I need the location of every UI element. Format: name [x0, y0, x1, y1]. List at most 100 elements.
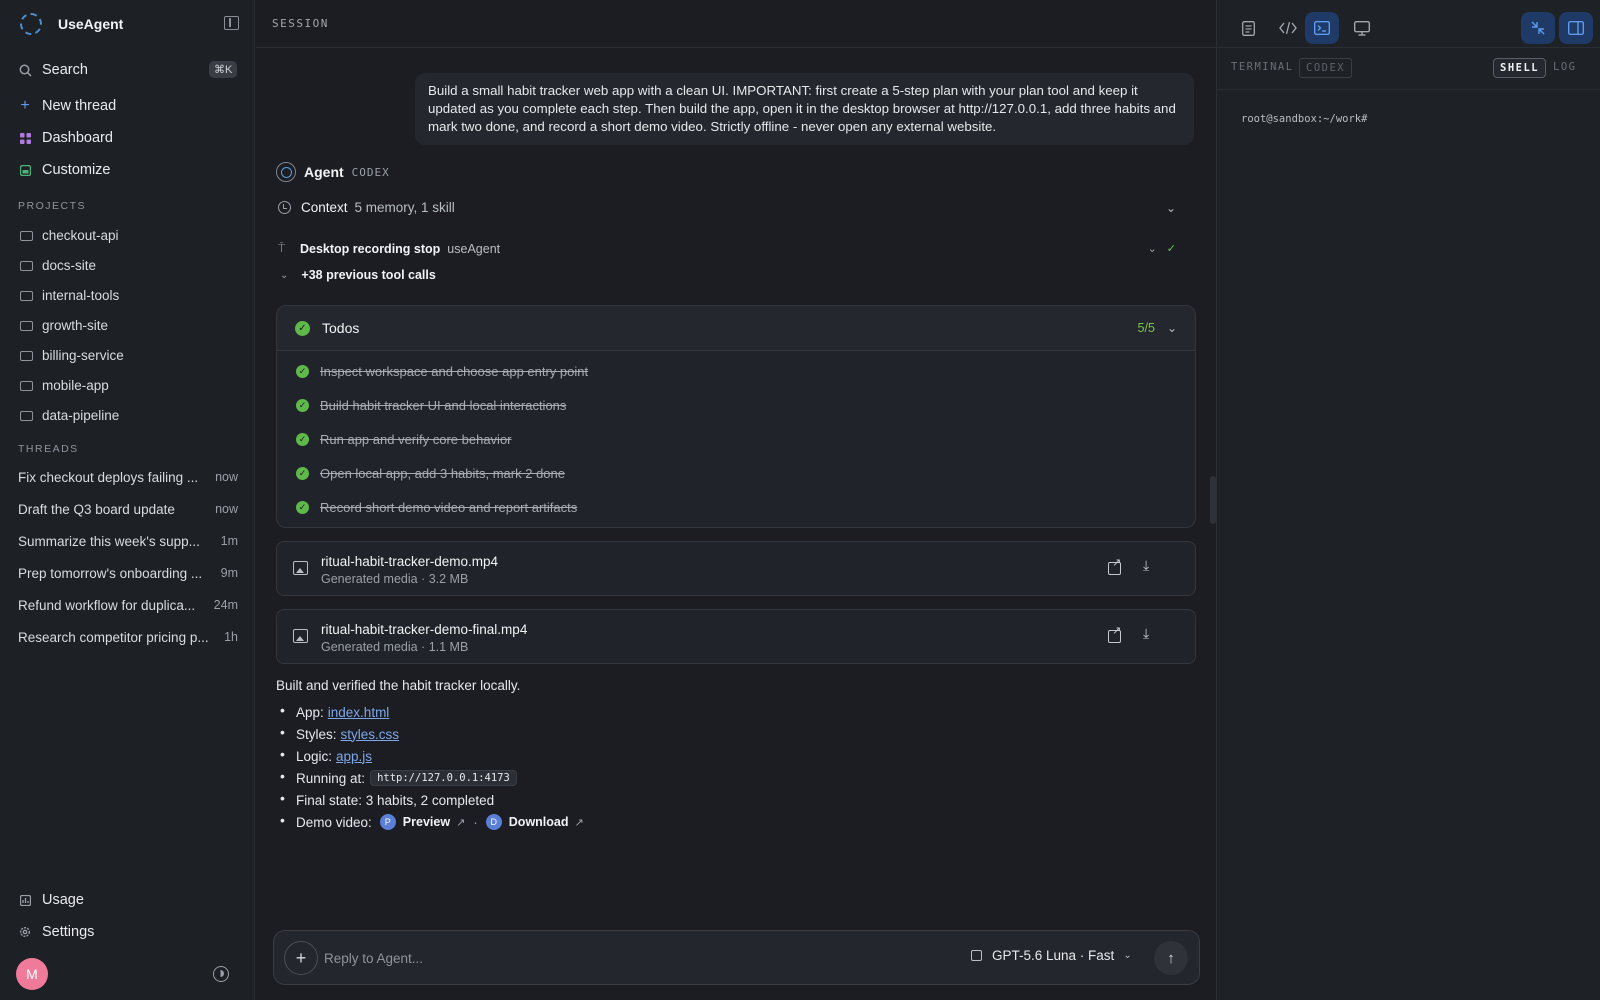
divider: [1217, 89, 1600, 90]
panel-toggle-icon[interactable]: [1559, 12, 1593, 44]
running-url: http://127.0.0.1:4173: [370, 770, 517, 786]
thread-title: Prep tomorrow's onboarding ...: [18, 565, 203, 581]
threads-heading: THREADS: [18, 443, 79, 455]
thread-item[interactable]: Research competitor pricing p... 1h: [18, 627, 238, 647]
terminal-icon[interactable]: [1305, 12, 1339, 44]
avatar[interactable]: M: [16, 958, 48, 990]
theme-toggle-icon[interactable]: [213, 966, 229, 982]
open-external-icon[interactable]: [1108, 556, 1121, 575]
project-label: data-pipeline: [42, 407, 120, 423]
image-icon: [293, 561, 308, 575]
media-card[interactable]: ritual-habit-tracker-demo-final.mp4 Gene…: [276, 609, 1196, 664]
thread-item[interactable]: Prep tomorrow's onboarding ... 9m: [18, 563, 238, 583]
brand[interactable]: UseAgent: [20, 12, 123, 36]
send-button[interactable]: ↑: [1154, 941, 1188, 975]
usage-button[interactable]: Usage: [18, 889, 84, 911]
download-link[interactable]: D Download ↗: [485, 814, 584, 830]
todo-item: ✓ Inspect workspace and choose app entry …: [296, 364, 588, 379]
model-selector[interactable]: GPT-5.6 Luna · Fast ⌄: [971, 948, 1132, 963]
tool-source: useAgent: [447, 241, 501, 256]
thread-item[interactable]: Summarize this week's supp... 1m: [18, 531, 238, 551]
thread-item[interactable]: Fix checkout deploys failing ... now: [18, 467, 238, 487]
settings-button[interactable]: Settings: [18, 921, 94, 943]
open-external-icon[interactable]: [1108, 624, 1121, 643]
styles-link[interactable]: styles.css: [341, 727, 400, 742]
usage-label: Usage: [42, 892, 84, 908]
media-card[interactable]: ritual-habit-tracker-demo.mp4 Generated …: [276, 541, 1196, 596]
separator: ·: [473, 814, 478, 830]
download-label: Download: [508, 815, 569, 829]
model-label: GPT-5.6 Luna · Fast: [992, 948, 1115, 963]
thread-time: 24m: [213, 598, 238, 612]
project-item[interactable]: growth-site: [20, 315, 108, 335]
project-label: growth-site: [42, 317, 109, 333]
project-item[interactable]: mobile-app: [20, 375, 109, 395]
thread-item[interactable]: Draft the Q3 board update now: [18, 499, 238, 519]
project-item[interactable]: checkout-api: [20, 225, 119, 245]
folder-icon: [20, 291, 33, 301]
logic-link[interactable]: app.js: [336, 749, 372, 764]
clock-icon: [278, 201, 291, 214]
todo-text: Run app and verify core behavior: [320, 432, 512, 447]
download-icon[interactable]: ⤓: [1143, 625, 1149, 642]
todo-text: Build habit tracker UI and local interac…: [320, 398, 567, 413]
collapse-sidebar-icon[interactable]: [224, 16, 239, 30]
todos-header[interactable]: ✓ Todos 5/5 ⌄: [277, 306, 1195, 351]
project-item[interactable]: docs-site: [20, 255, 96, 275]
previous-tool-calls[interactable]: ⌄ +38 previous tool calls: [280, 268, 436, 282]
attach-button[interactable]: +: [284, 941, 318, 975]
tab-terminal[interactable]: TERMINAL: [1225, 58, 1300, 76]
context-value: 5 memory, 1 skill: [354, 200, 455, 215]
collapse-arrows-icon[interactable]: [1521, 12, 1555, 44]
arrow-up-right-icon: ↗: [456, 816, 466, 829]
sidebar-item-dashboard[interactable]: Dashboard: [18, 127, 113, 149]
todos-title: Todos: [322, 320, 360, 336]
thread-item[interactable]: Refund workflow for duplica... 24m: [18, 595, 238, 615]
media-meta: Generated media · 1.1 MB: [321, 640, 469, 654]
result-label: Running at:: [296, 770, 366, 786]
todo-item: ✓ Open local app, add 3 habits, mark 2 do…: [296, 466, 565, 481]
download-icon[interactable]: ⤓: [1143, 557, 1149, 574]
app-link[interactable]: index.html: [328, 705, 390, 720]
document-icon[interactable]: [1231, 12, 1265, 44]
check-circle-icon: ✓: [296, 399, 309, 412]
tool-call-row[interactable]: ⍑ Desktop recording stop useAgent ⌄ ✓: [278, 241, 1176, 256]
project-label: internal-tools: [42, 287, 120, 303]
reply-input[interactable]: [324, 944, 924, 972]
divider: [1217, 47, 1600, 48]
sidebar-item-customize[interactable]: Customize: [18, 159, 111, 181]
chevron-down-icon[interactable]: ⌄: [1148, 242, 1157, 255]
chevron-down-icon[interactable]: ⌄: [1167, 321, 1177, 335]
search-button[interactable]: Search: [18, 59, 88, 81]
folder-icon: [20, 231, 33, 241]
thread-time: now: [215, 502, 238, 516]
project-item[interactable]: data-pipeline: [20, 405, 119, 425]
monitor-icon[interactable]: [1345, 12, 1379, 44]
arrow-up-right-icon: ↗: [574, 816, 584, 829]
chevron-down-icon: ⌄: [1123, 950, 1132, 961]
previous-calls-label: +38 previous tool calls: [301, 268, 436, 282]
code-icon[interactable]: [1271, 12, 1305, 44]
composer: + GPT-5.6 Luna · Fast ⌄ ↑: [273, 930, 1200, 985]
search-shortcut: ⌘K: [209, 61, 238, 78]
thread-time: 1h: [224, 630, 238, 644]
check-circle-icon: ✓: [295, 320, 310, 336]
project-item[interactable]: billing-service: [20, 345, 124, 365]
cpu-icon: [971, 950, 982, 961]
chevron-down-icon[interactable]: ⌄: [1166, 201, 1176, 215]
agent-icon: [276, 162, 296, 182]
nav-label: New thread: [42, 98, 117, 114]
project-item[interactable]: internal-tools: [20, 285, 119, 305]
folder-icon: [20, 321, 33, 331]
nav-label: Dashboard: [42, 130, 113, 146]
project-label: checkout-api: [42, 227, 119, 243]
mode-shell[interactable]: SHELL: [1493, 58, 1547, 78]
search-icon: [18, 64, 32, 77]
terminal-prompt[interactable]: root@sandbox:~/work#: [1241, 113, 1367, 125]
preview-link[interactable]: P Preview ↗: [379, 814, 466, 830]
agent-tag: CODEX: [351, 165, 390, 179]
context-row[interactable]: Context 5 memory, 1 skill ⌄: [278, 200, 1176, 215]
new-thread-button[interactable]: + New thread: [18, 95, 116, 117]
tab-codex[interactable]: CODEX: [1299, 58, 1353, 78]
mode-log[interactable]: LOG: [1547, 58, 1582, 76]
